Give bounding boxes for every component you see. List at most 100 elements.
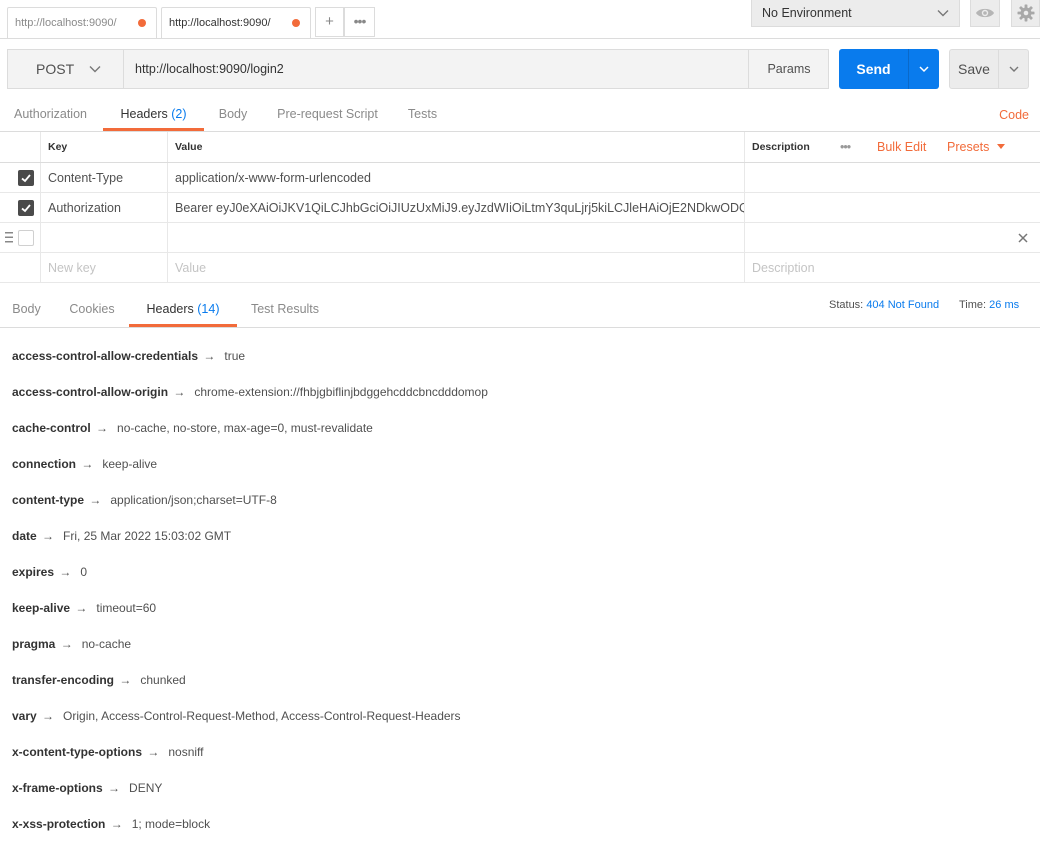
response-tab-test-results[interactable]: Test Results <box>244 294 326 327</box>
description-header-label: Description <box>752 141 810 153</box>
row-enabled-checkbox[interactable] <box>18 170 34 186</box>
manage-environments-button[interactable] <box>1011 0 1040 27</box>
send-button[interactable]: Send <box>839 49 939 89</box>
response-header-row: expires → 0 <box>12 554 488 590</box>
close-icon[interactable] <box>1018 233 1028 243</box>
arrow-icon: → <box>200 349 216 363</box>
response-header-row: content-type → application/json;charset=U… <box>12 482 488 518</box>
tab-options-button[interactable]: ••• <box>344 7 375 37</box>
response-header-value: Origin, Access-Control-Request-Method, A… <box>63 709 461 723</box>
new-description-input[interactable]: Description <box>744 253 1040 282</box>
response-header-key: content-type <box>12 493 84 507</box>
header-value-cell[interactable]: application/x-www-form-urlencoded <box>167 163 744 192</box>
tab-body[interactable]: Body <box>209 99 257 131</box>
request-tab[interactable]: http://localhost:9090/ <box>7 7 157 38</box>
bulk-edit-link[interactable]: Bulk Edit <box>877 132 926 162</box>
presets-label: Presets <box>947 140 990 154</box>
header-description-cell[interactable] <box>744 193 1040 222</box>
request-tabs: Authorization Headers (2) Body Pre-reque… <box>0 99 1040 132</box>
header-description-cell[interactable] <box>744 163 1040 192</box>
eye-icon <box>976 8 994 18</box>
response-header-key: transfer-encoding <box>12 673 115 687</box>
response-tabs: Body Cookies Headers (14) Test Results S… <box>0 294 1040 328</box>
response-header-key: access-control-allow-credentials <box>12 349 199 363</box>
response-header-key: date <box>12 529 37 543</box>
tab-label: Pre-request Script <box>277 107 378 121</box>
status-label: Status: <box>829 299 864 311</box>
environment-quick-look-button[interactable] <box>970 0 1000 27</box>
presets-dropdown[interactable]: Presets <box>947 132 1006 162</box>
tab-label: Test Results <box>250 302 320 316</box>
send-options-button[interactable] <box>908 49 939 89</box>
method-label: POST <box>36 61 75 77</box>
tab-authorization[interactable]: Authorization <box>0 99 101 131</box>
params-button[interactable]: Params <box>748 50 829 88</box>
save-button[interactable]: Save <box>949 49 1029 89</box>
response-header-value: keep-alive <box>102 457 158 471</box>
response-header-value: true <box>224 349 246 363</box>
check-icon <box>21 204 31 213</box>
save-options-button[interactable] <box>998 50 1028 88</box>
response-header-row: access-control-allow-origin → chrome-exte… <box>12 374 488 410</box>
tab-pre-request-script[interactable]: Pre-request Script <box>270 99 385 131</box>
response-header-key: x-content-type-options <box>12 745 142 759</box>
caret-down-icon <box>996 144 1005 149</box>
arrow-icon: → <box>38 709 55 723</box>
tab-label: Headers <box>146 302 194 316</box>
request-tab-active[interactable]: http://localhost:9090/ <box>161 7 311 38</box>
tab-count-badge: (2) <box>171 107 187 121</box>
arrow-icon: → <box>104 781 121 795</box>
response-header-row: cache-control → no-cache, no-store, max-a… <box>12 410 488 446</box>
response-header-key: x-xss-protection <box>12 817 106 831</box>
chevron-down-icon <box>919 66 929 73</box>
gear-icon <box>1017 4 1034 22</box>
response-header-row: x-content-type-options → nosniff <box>12 734 488 770</box>
response-header-row: x-xss-protection → 1; mode=block <box>12 806 488 842</box>
more-dots-icon[interactable]: ••• <box>840 132 851 162</box>
column-header-value: Value <box>167 132 744 162</box>
status-value[interactable]: 404 Not Found <box>866 299 939 311</box>
tab-count-badge: (14) <box>197 302 220 316</box>
chevron-down-icon <box>937 10 949 17</box>
header-key-cell[interactable] <box>40 223 167 252</box>
header-key-cell[interactable]: Content-Type <box>40 163 167 192</box>
new-key-input[interactable]: New key <box>40 253 167 282</box>
response-header-row: connection → keep-alive <box>12 446 488 482</box>
tab-tests[interactable]: Tests <box>400 99 445 131</box>
tab-label: Body <box>218 107 248 121</box>
environment-select[interactable]: No Environment <box>751 0 960 27</box>
response-header-value: 1; mode=block <box>131 817 211 831</box>
row-enabled-checkbox[interactable] <box>18 230 34 246</box>
drag-handle-icon[interactable] <box>5 232 13 243</box>
response-tab-headers[interactable]: Headers (14) <box>129 294 237 327</box>
method-select[interactable]: POST <box>8 50 124 88</box>
response-header-row: transfer-encoding → chunked <box>12 662 488 698</box>
table-row: Authorization Bearer eyJ0eXAiOiJKV1QiLCJ… <box>0 193 1040 223</box>
response-header-key: expires <box>12 565 55 579</box>
table-row-new: New key Value Description <box>0 253 1040 283</box>
response-tab-body[interactable]: Body <box>0 294 53 327</box>
response-header-row: pragma → no-cache <box>12 626 488 662</box>
time-value[interactable]: 26 ms <box>989 299 1019 311</box>
tab-headers[interactable]: Headers (2) <box>103 99 204 131</box>
request-bar: POST Params <box>7 49 829 89</box>
row-enabled-checkbox[interactable] <box>18 200 34 216</box>
check-icon <box>21 174 31 183</box>
response-header-value: no-cache, no-store, max-age=0, must-reva… <box>117 421 373 435</box>
response-header-row: keep-alive → timeout=60 <box>12 590 488 626</box>
response-header-key: cache-control <box>12 421 91 435</box>
response-tab-cookies[interactable]: Cookies <box>58 294 126 327</box>
new-tab-button[interactable]: + <box>315 7 344 37</box>
response-header-value: application/json;charset=UTF-8 <box>110 493 277 507</box>
url-input[interactable] <box>124 50 748 88</box>
response-header-row: x-frame-options → DENY <box>12 770 488 806</box>
header-description-cell[interactable] <box>744 223 1040 252</box>
new-value-input[interactable]: Value <box>167 253 744 282</box>
response-header-key: access-control-allow-origin <box>12 385 169 399</box>
header-key-cell[interactable]: Authorization <box>40 193 167 222</box>
header-value-cell[interactable]: Bearer eyJ0eXAiOiJKV1QiLCJhbGciOiJIUzUxM… <box>167 193 744 222</box>
arrow-icon: → <box>72 601 88 615</box>
code-link[interactable]: Code <box>999 108 1029 122</box>
header-value-cell[interactable] <box>167 223 744 252</box>
response-header-key: keep-alive <box>12 601 71 615</box>
